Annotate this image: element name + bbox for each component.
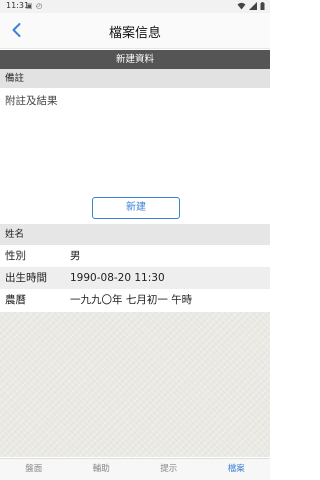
birth-value: 1990-08-20 11:30 [70,272,165,284]
battery-icon [260,2,265,10]
header: 檔案信息 [0,13,270,49]
status-indicators [237,2,265,10]
tab-bar: 盤面 輔助 提示 檔案 [0,458,270,480]
status-bar: 11:31 ▣ ◴ [0,0,270,13]
birth-label: 出生時間 [5,272,47,284]
notification-icon: ▣ [26,2,33,10]
birth-row: 出生時間 1990-08-20 11:30 [0,267,270,289]
remark-input[interactable]: 附註及結果 新建 [0,88,270,223]
tab-chart[interactable]: 盤面 [0,459,68,480]
lunar-value: 一九九〇年 七月初一 午時 [70,294,193,306]
sync-icon: ◴ [36,2,43,10]
gender-label: 性別 [5,250,26,262]
remark-placeholder: 附註及結果 [5,95,58,107]
remark-label: 備註 [0,69,270,88]
new-record-bar[interactable]: 新建資料 [0,50,270,69]
tab-assist[interactable]: 輔助 [68,459,136,480]
tab-hints[interactable]: 提示 [135,459,203,480]
signal-icon [249,2,257,10]
new-button[interactable]: 新建 [92,197,180,219]
wifi-icon [237,2,246,10]
lunar-label: 農曆 [5,294,26,306]
name-label: 姓名 [0,224,270,245]
texture-background [0,312,270,457]
gender-row: 性別 男 [0,245,270,267]
gender-value: 男 [70,250,81,262]
page-title: 檔案信息 [108,26,161,41]
tab-files[interactable]: 檔案 [203,459,271,480]
lunar-row: 農曆 一九九〇年 七月初一 午時 [0,289,270,311]
